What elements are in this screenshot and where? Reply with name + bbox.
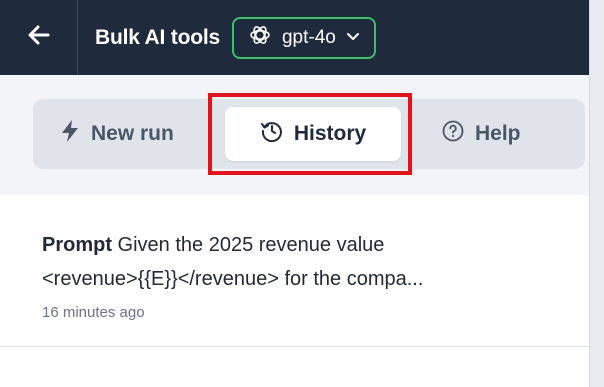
prompt-line-2: <revenue>{{E}}</revenue> for the compa..…: [42, 268, 424, 290]
history-list: Prompt Given the 2025 revenue value <rev…: [0, 195, 589, 387]
history-clock-icon: [260, 119, 284, 149]
tab-label: Help: [475, 122, 521, 145]
chevron-down-icon: [346, 27, 360, 49]
page-title: Bulk AI tools: [95, 25, 220, 49]
prompt-line-1: Prompt Given the 2025 revenue value: [42, 228, 548, 262]
tab-label: New run: [91, 122, 174, 145]
prompt-text: Given the 2025 revenue value: [112, 234, 385, 256]
history-timestamp: 16 minutes ago: [42, 304, 145, 321]
mode-tabs: New run History Help: [33, 99, 585, 169]
model-selector[interactable]: gpt-4o: [231, 16, 376, 59]
back-button[interactable]: [0, 0, 78, 75]
history-list-item[interactable]: Prompt Given the 2025 revenue value <rev…: [0, 195, 589, 347]
prompt-label: Prompt: [42, 234, 112, 256]
model-label: gpt-4o: [281, 26, 336, 48]
tab-label: History: [293, 122, 367, 145]
openai-logo-icon: [248, 23, 272, 53]
lightning-icon: [59, 119, 81, 149]
top-bar: Bulk AI tools gpt-4o: [0, 0, 589, 75]
bulk-ai-tools-panel: Bulk AI tools gpt-4o New run History Hel…: [0, 0, 590, 387]
tab-new-run[interactable]: New run: [59, 107, 174, 161]
question-circle-icon: [441, 119, 465, 149]
arrow-left-icon: [26, 22, 52, 53]
tab-history[interactable]: History: [225, 107, 401, 161]
tab-help[interactable]: Help: [441, 107, 521, 161]
